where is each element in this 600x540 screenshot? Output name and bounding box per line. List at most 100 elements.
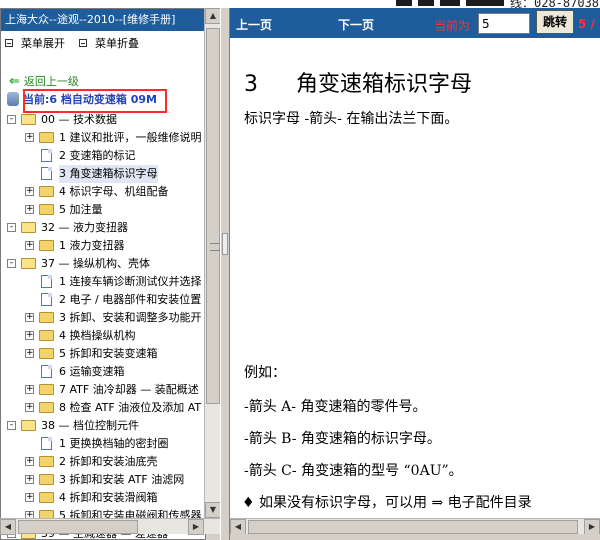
back-arrow-icon: ⇐ bbox=[9, 73, 20, 89]
tree-folder-item[interactable]: +4 标识字母、机组配备 bbox=[1, 183, 205, 201]
tree-item-label: 3 拆卸、安装和调整多功能开 bbox=[59, 311, 202, 324]
back-link[interactable]: ⇐ 返回上一级 bbox=[9, 73, 79, 89]
prev-page-link[interactable]: 上一页 bbox=[236, 16, 272, 33]
expand-toggle-icon[interactable]: + bbox=[25, 475, 34, 484]
tree-folder-item[interactable]: +2 拆卸和安装油底壳 bbox=[1, 453, 205, 471]
scroll-up-arrow-icon[interactable]: ▲ bbox=[205, 8, 221, 24]
page-number-input[interactable] bbox=[478, 13, 530, 34]
left-vertical-scrollbar[interactable]: ▲ ▼ bbox=[204, 8, 221, 518]
tree-folder-item[interactable]: +8 检查 ATF 油液位及添加 AT bbox=[1, 399, 205, 417]
tree-doc-item[interactable]: 2 电子 / 电器部件和安装位置 bbox=[1, 291, 205, 309]
tree-folder-item[interactable]: +1 液力变扭器 bbox=[1, 237, 205, 255]
jump-button[interactable]: 跳转 bbox=[536, 10, 574, 34]
page-count: 5 / 5 bbox=[578, 17, 600, 31]
tree-doc-item[interactable]: 2 变速箱的标记 bbox=[1, 147, 205, 165]
menu-controls: 菜单展开 菜单折叠 bbox=[1, 31, 205, 55]
tree-item-label: 32 — 液力变扭器 bbox=[41, 221, 128, 234]
left-horizontal-scrollbar[interactable]: ◀ ▶ bbox=[0, 518, 220, 535]
tree-item-label: 5 拆卸和安装变速箱 bbox=[59, 347, 158, 360]
section-number: 3 bbox=[244, 72, 258, 97]
tree-folder-item[interactable]: - 00 — 技术数据 bbox=[1, 111, 205, 129]
tree-folder-item[interactable]: +5 加注量 bbox=[1, 201, 205, 219]
expand-toggle-icon[interactable]: + bbox=[25, 349, 34, 358]
tree-folder-item[interactable]: +3 拆卸和安装 ATF 油滤网 bbox=[1, 471, 205, 489]
expand-toggle-icon[interactable]: + bbox=[25, 241, 34, 250]
expand-toggle-icon[interactable]: + bbox=[25, 457, 34, 466]
expand-all-button[interactable]: 菜单展开 bbox=[5, 35, 65, 51]
toolbar-icon[interactable] bbox=[466, 0, 504, 6]
scroll-right-arrow-icon[interactable]: ▶ bbox=[584, 519, 600, 535]
scroll-left-arrow-icon[interactable]: ◀ bbox=[230, 519, 246, 535]
folder-icon bbox=[21, 420, 36, 431]
collapse-toggle-icon[interactable]: - bbox=[7, 421, 16, 430]
tree-item-label: 3 拆卸和安装 ATF 油滤网 bbox=[59, 473, 185, 486]
expand-toggle-icon[interactable]: + bbox=[25, 403, 34, 412]
tree-doc-item[interactable]: 1 连接车辆诊断测试仪并选择 bbox=[1, 273, 205, 291]
expand-toggle-icon[interactable]: + bbox=[25, 331, 34, 340]
scroll-right-arrow-icon[interactable]: ▶ bbox=[188, 519, 204, 535]
folder-icon bbox=[21, 258, 36, 269]
toc-tree: - 00 — 技术数据 +1 建议和批评，一般维修说明 2 变速箱的标记 3 角变速箱标… bbox=[1, 111, 205, 539]
tree-doc-item[interactable]: 3 角变速箱标识字母 bbox=[1, 165, 205, 183]
tree-item-label: 1 液力变扭器 bbox=[59, 239, 125, 252]
folder-icon bbox=[39, 492, 54, 503]
scroll-thumb[interactable] bbox=[206, 28, 220, 404]
document-icon bbox=[41, 365, 52, 378]
tree-folder-item[interactable]: +4 拆卸和安装滑阀箱 bbox=[1, 489, 205, 507]
toolbar-icon[interactable] bbox=[440, 0, 460, 6]
folder-icon bbox=[39, 348, 54, 359]
tree-folder-item[interactable]: - 32 — 液力变扭器 bbox=[1, 219, 205, 237]
page-title: 3 角变速箱标识字母 bbox=[244, 66, 472, 98]
example-line: -箭头 C- 角变速箱的型号 “0AU”。 bbox=[244, 463, 463, 479]
tree-item-label: 7 ATF 油冷却器 — 装配概述 bbox=[59, 383, 199, 396]
expand-toggle-icon[interactable]: + bbox=[25, 205, 34, 214]
app-window: 线：028-87038 上海大众--途观--2010--[维修手册] 菜单展开 … bbox=[0, 0, 600, 540]
tree-folder-item[interactable]: +4 换档操纵机构 bbox=[1, 327, 205, 345]
folder-icon bbox=[21, 114, 36, 125]
next-page-link[interactable]: 下一页 bbox=[338, 16, 374, 33]
folder-icon bbox=[39, 384, 54, 395]
collapse-toggle-icon[interactable]: - bbox=[7, 223, 16, 232]
collapse-all-button[interactable]: 菜单折叠 bbox=[79, 35, 139, 51]
expand-toggle-icon[interactable]: + bbox=[25, 313, 34, 322]
highlight-box bbox=[23, 89, 167, 113]
expand-toggle-icon[interactable]: + bbox=[25, 385, 34, 394]
expand-toggle-icon[interactable]: + bbox=[25, 493, 34, 502]
pane-splitter[interactable] bbox=[220, 8, 230, 540]
menu-icon bbox=[79, 39, 87, 47]
tree-item-label: 1 建议和批评，一般维修说明 bbox=[59, 131, 202, 144]
intro-text: 标识字母 -箭头- 在输出法兰下面。 bbox=[244, 111, 459, 127]
tree-folder-item[interactable]: - 38 — 档位控制元件 bbox=[1, 417, 205, 435]
left-nav-pane: 上海大众--途观--2010--[维修手册] 菜单展开 菜单折叠 ⇐ 返回上一级… bbox=[0, 8, 206, 540]
tree-folder-item[interactable]: - 37 — 操纵机构、壳体 bbox=[1, 255, 205, 273]
tree-folder-item[interactable]: +1 建议和批评，一般维修说明 bbox=[1, 129, 205, 147]
page-navbar: 上一页 下一页 当前为 跳转 5 / 5 bbox=[230, 8, 600, 38]
folder-icon bbox=[39, 474, 54, 485]
tree-folder-item[interactable]: +5 拆卸和安装变速箱 bbox=[1, 345, 205, 363]
toolbar-icon[interactable] bbox=[418, 0, 434, 6]
collapse-toggle-icon[interactable]: - bbox=[7, 259, 16, 268]
tree-item-label: 4 标识字母、机组配备 bbox=[59, 185, 169, 198]
tree-item-label: 2 电子 / 电器部件和安装位置 bbox=[59, 293, 202, 306]
tree-folder-item[interactable]: +3 拆卸、安装和调整多功能开 bbox=[1, 309, 205, 327]
toolbar-icon[interactable] bbox=[396, 0, 412, 6]
scroll-down-arrow-icon[interactable]: ▼ bbox=[205, 502, 221, 518]
tree-item-label: 4 换档操纵机构 bbox=[59, 329, 136, 342]
collapse-toggle-icon[interactable]: - bbox=[7, 115, 16, 124]
tree-item-label: 00 — 技术数据 bbox=[41, 113, 117, 126]
folder-icon bbox=[21, 222, 36, 233]
tree-doc-item[interactable]: 6 运输变速箱 bbox=[1, 363, 205, 381]
expand-toggle-icon[interactable]: + bbox=[25, 133, 34, 142]
scroll-left-arrow-icon[interactable]: ◀ bbox=[0, 519, 16, 535]
tree-doc-item[interactable]: 1 更换换档轴的密封圈 bbox=[1, 435, 205, 453]
expand-toggle-icon[interactable]: + bbox=[25, 187, 34, 196]
tree-folder-item[interactable]: +7 ATF 油冷却器 — 装配概述 bbox=[1, 381, 205, 399]
folder-icon bbox=[39, 240, 54, 251]
content-horizontal-scrollbar[interactable]: ◀ ▶ bbox=[230, 518, 600, 535]
current-page-label: 当前为 bbox=[434, 19, 471, 33]
document-icon bbox=[41, 293, 52, 306]
scroll-thumb[interactable] bbox=[18, 520, 138, 534]
folder-icon bbox=[39, 330, 54, 341]
example-label: 例如： bbox=[244, 365, 286, 381]
scroll-thumb[interactable] bbox=[248, 520, 578, 534]
